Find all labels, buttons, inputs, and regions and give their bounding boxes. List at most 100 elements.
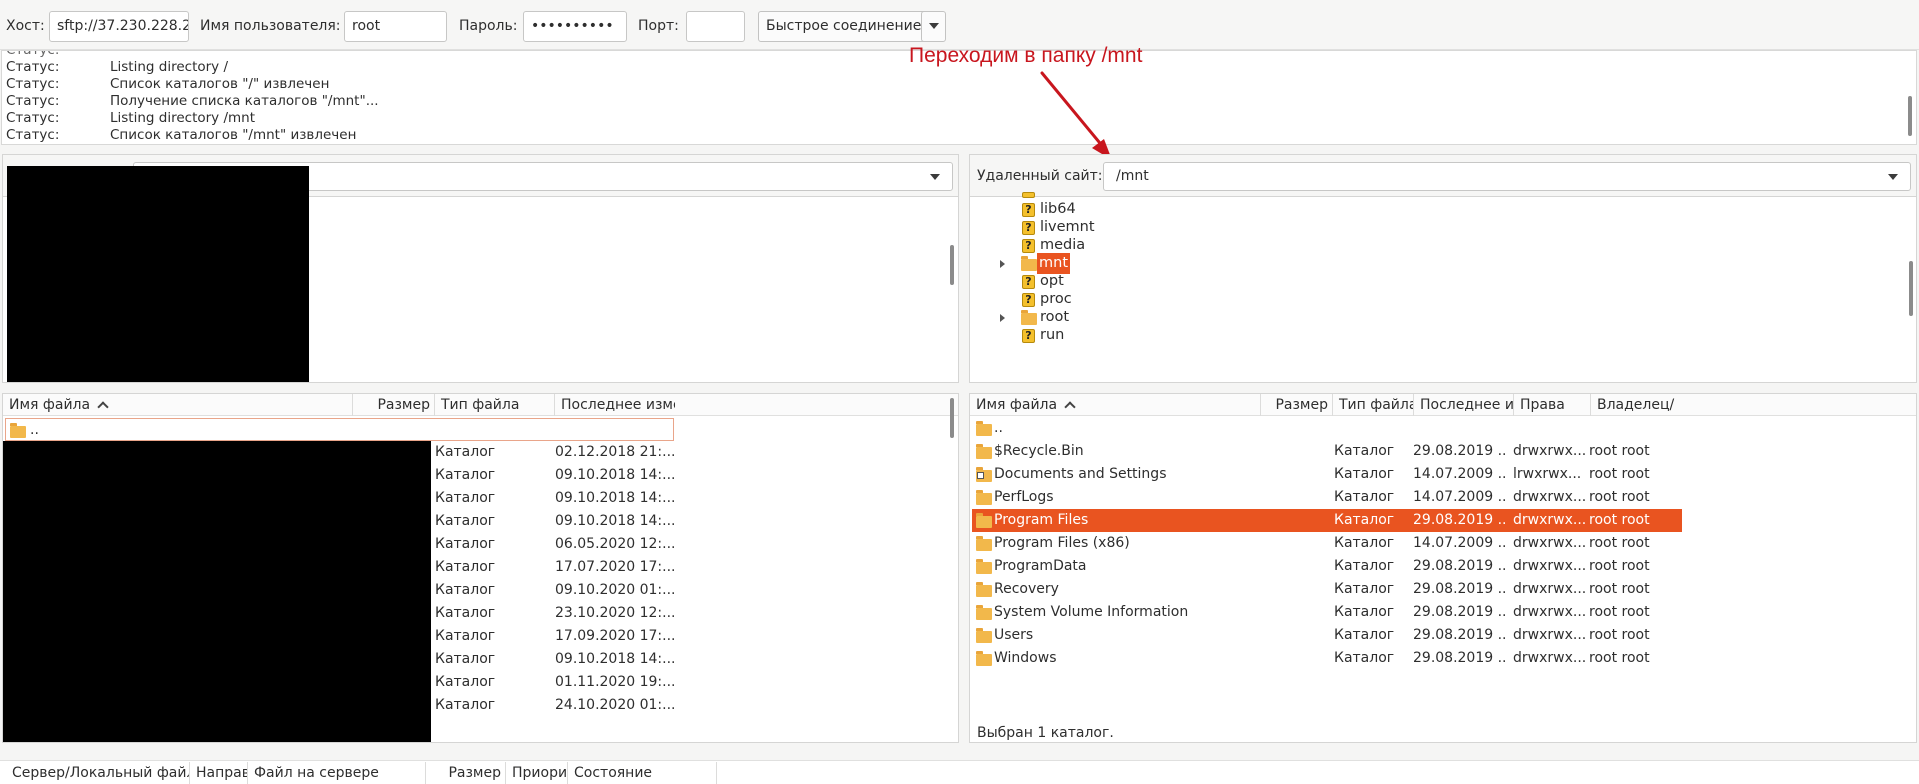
cell-filetype: Каталог — [435, 467, 496, 483]
remote-site-label: Удаленный сайт: — [977, 168, 1103, 184]
log-message: Список каталогов "/mnt" извлечен — [110, 127, 357, 143]
remote-tree-scrollbar[interactable] — [1909, 261, 1913, 316]
folder-icon — [10, 423, 26, 438]
cell-date: 14.07.2009 ... — [1413, 466, 1508, 482]
column-header-size[interactable]: Размер — [353, 394, 435, 416]
cell-date: 29.08.2019 ... — [1413, 512, 1508, 528]
chevron-down-icon — [1888, 174, 1898, 180]
folder-icon — [976, 582, 992, 597]
cell-owner: root root — [1589, 512, 1650, 528]
cell-filetype: Каталог — [435, 536, 496, 552]
queue-column-priority[interactable]: Приори — [506, 762, 568, 784]
cell-type: Каталог — [1334, 489, 1395, 505]
cell-perms: drwxrwx... — [1513, 650, 1585, 666]
cell-owner: root root — [1589, 489, 1650, 505]
expand-arrow-icon[interactable] — [1000, 314, 1005, 322]
link-arrow-icon — [977, 472, 984, 479]
table-row[interactable]: Documents and Settings Каталог 14.07.2009 … — [972, 463, 1682, 486]
username-label: Имя пользователя: — [200, 18, 341, 34]
column-header-modified[interactable]: Последнее изме — [555, 394, 675, 416]
column-header-size[interactable]: Размер — [1261, 394, 1333, 416]
cell-type: Каталог — [1334, 581, 1395, 597]
cell-owner: root root — [1589, 650, 1650, 666]
log-scrollbar[interactable] — [1908, 96, 1912, 136]
cell-date: 29.08.2019 ... — [1413, 581, 1508, 597]
password-input[interactable]: •••••••••• — [523, 11, 627, 42]
queue-column-size[interactable]: Размер — [426, 762, 506, 784]
log-status-label: Статус: — [6, 110, 60, 126]
cell-name: ProgramData — [994, 558, 1087, 574]
cell-owner: root root — [1589, 443, 1650, 459]
cell-modified: 01.11.2020 19:... — [555, 674, 675, 690]
host-input[interactable]: sftp://37.230.228.2 — [49, 11, 189, 42]
cell-name: Users — [994, 627, 1034, 643]
cell-modified: 09.10.2018 14:... — [555, 490, 675, 506]
local-file-list: Имя файла Размер Тип файла Последнее изм… — [2, 393, 959, 743]
log-message: Listing directory / — [110, 59, 228, 75]
port-input[interactable] — [686, 11, 745, 42]
remote-site-panel: Удаленный сайт: /mnt ? lib64? livemnt? medi… — [969, 154, 1917, 383]
queue-column-remote-file[interactable]: Файл на сервере — [248, 762, 426, 784]
queue-column-direction[interactable]: Направ — [190, 762, 248, 784]
cell-modified: 17.07.2020 17:... — [555, 559, 675, 575]
cell-date: 14.07.2009 ... — [1413, 535, 1508, 551]
cell-filetype: Каталог — [435, 444, 496, 460]
log-status-label: Статус: — [6, 127, 60, 143]
log-message: Список каталогов "/" извлечен — [110, 76, 330, 92]
table-row[interactable]: $Recycle.Bin Каталог 29.08.2019 ... drwxrwx… — [972, 440, 1682, 463]
column-header-modified[interactable]: Последнее из — [1414, 394, 1514, 416]
username-input[interactable]: root — [344, 11, 447, 42]
cell-perms: drwxrwx... — [1513, 627, 1585, 643]
remote-status-text: Выбран 1 каталог. — [977, 725, 1114, 741]
cell-modified: 09.10.2018 14:... — [555, 651, 675, 667]
cell-name: PerfLogs — [994, 489, 1054, 505]
quickconnect-button[interactable]: Быстрое соединение — [758, 11, 930, 42]
table-row[interactable]: PerfLogs Каталог 14.07.2009 ... drwxrwx... r… — [972, 486, 1682, 509]
list-item-parent[interactable]: .. — [5, 418, 674, 441]
local-list-scrollbar[interactable] — [950, 398, 954, 438]
queue-column-local-file[interactable]: Сервер/Локальный файл — [6, 762, 190, 784]
local-site-panel — [2, 154, 959, 383]
cell-modified: 09.10.2020 01:... — [555, 582, 675, 598]
table-row[interactable]: ProgramData Каталог 29.08.2019 ... drwxrwx.… — [972, 555, 1682, 578]
expand-arrow-icon[interactable] — [1000, 260, 1005, 268]
tree-item-run[interactable]: ? run — [970, 325, 1270, 346]
cell-name: Documents and Settings — [994, 466, 1167, 482]
cell-filetype: Каталог — [435, 559, 496, 575]
log-status-label: Статус: — [6, 59, 60, 75]
column-header-filename[interactable]: Имя файла — [3, 394, 353, 416]
remote-path-combobox[interactable]: /mnt — [1103, 162, 1911, 191]
quickconnect-history-dropdown[interactable] — [921, 11, 946, 42]
table-row[interactable]: Program Files Каталог 29.08.2019 ... drwxrw… — [972, 509, 1682, 532]
table-row[interactable]: Users Каталог 29.08.2019 ... drwxrwx... root… — [972, 624, 1682, 647]
local-tree-scrollbar[interactable] — [950, 245, 954, 285]
log-status-label: Статус: — [6, 76, 60, 92]
folder-icon — [976, 651, 992, 666]
cell-type: Каталог — [1334, 604, 1395, 620]
column-header-filename[interactable]: Имя файла — [970, 394, 1261, 416]
column-header-owner[interactable]: Владелец/Г — [1591, 394, 1675, 416]
cell-date: 29.08.2019 ... — [1413, 604, 1508, 620]
table-row[interactable]: .. — [972, 417, 1682, 440]
table-row[interactable]: Windows Каталог 29.08.2019 ... drwxrwx... ro… — [972, 647, 1682, 670]
remote-site-bar: Удаленный сайт: /mnt — [970, 155, 1916, 197]
cell-date: 14.07.2009 ... — [1413, 489, 1508, 505]
cell-filetype: Каталог — [435, 490, 496, 506]
cell-type: Каталог — [1334, 512, 1395, 528]
table-row[interactable]: System Volume Information Каталог 29.08.20… — [972, 601, 1682, 624]
column-header-permissions[interactable]: Права — [1514, 394, 1591, 416]
cell-perms: drwxrwx... — [1513, 535, 1585, 551]
unknown-icon — [1022, 192, 1035, 198]
cell-modified: 09.10.2018 14:... — [555, 467, 675, 483]
redacted-block — [7, 166, 309, 382]
cell-perms: lrwxrwx... — [1513, 466, 1582, 482]
table-row[interactable]: Program Files (x86) Каталог 14.07.2009 ...… — [972, 532, 1682, 555]
local-file-list-header: Имя файла Размер Тип файла Последнее изм… — [3, 394, 958, 416]
cell-filetype: Каталог — [435, 628, 496, 644]
column-header-filetype[interactable]: Тип файла — [1333, 394, 1414, 416]
log-message: Listing directory /mnt — [110, 110, 255, 126]
queue-column-status[interactable]: Состояние — [568, 762, 717, 784]
column-header-filetype[interactable]: Тип файла — [435, 394, 555, 416]
cell-type: Каталог — [1334, 650, 1395, 666]
table-row[interactable]: Recovery Каталог 29.08.2019 ... drwxrwx... r… — [972, 578, 1682, 601]
